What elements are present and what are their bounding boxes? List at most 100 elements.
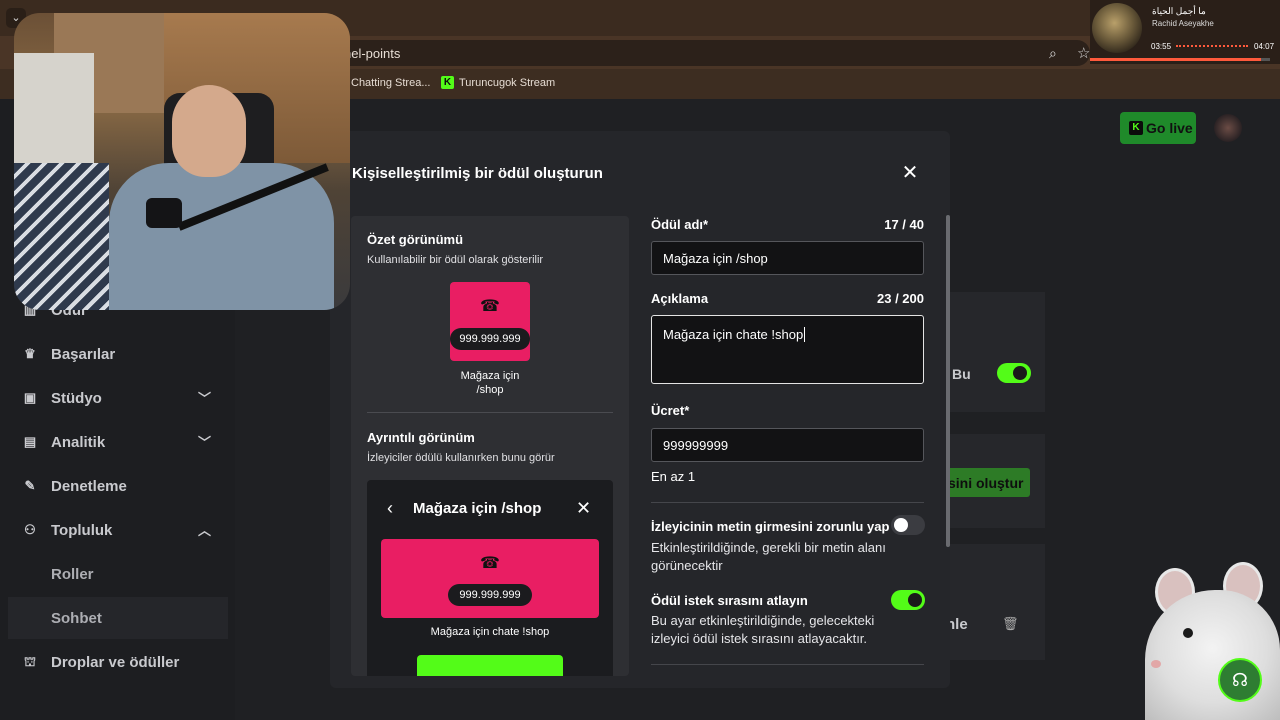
bookmark-star-icon[interactable]: ☆ — [1077, 44, 1090, 62]
close-icon: ✕ — [576, 498, 592, 518]
sidebar-item-analitik[interactable]: ▤ Analitik ﹀ — [22, 429, 222, 457]
back-icon: ‹ — [387, 498, 393, 518]
trash-icon[interactable]: 🗑 — [1002, 616, 1019, 632]
chevron-up-icon: ︿ — [198, 523, 212, 538]
drops-icon: ⛫ — [24, 654, 36, 669]
sidebar-item-topluluk[interactable]: ⚇ Topluluk ︿ — [22, 517, 222, 545]
detail-view-title: Ayrıntılı görünüm — [367, 430, 475, 445]
bookmark-turuncugok[interactable]: Turuncugok Stream — [459, 77, 555, 89]
sidebar-item-droplar[interactable]: ⛫ Droplar ve ödüller — [22, 649, 222, 677]
summary-view-title: Özet görünümü — [367, 232, 464, 247]
url-text: nel-points — [344, 46, 401, 61]
reward-name-value: Mağaza için /shop — [663, 251, 768, 266]
kick-logo-icon: K — [441, 76, 454, 89]
text-caret — [804, 327, 805, 342]
description-value: Mağaza için chate !shop — [663, 327, 804, 342]
wrench-icon: ✎ — [24, 478, 36, 493]
create-reward-modal: Kişiselleştirilmiş bir ödül oluşturun ✕ … — [330, 131, 950, 688]
help-button[interactable]: ☊ — [1218, 658, 1262, 702]
webcam-person-head — [172, 85, 246, 177]
studio-icon: ▣ — [23, 390, 37, 405]
divider — [651, 502, 924, 503]
community-icon: ⚇ — [24, 522, 36, 537]
reward-card-name-line2: /shop — [476, 384, 504, 396]
redeem-button-preview — [417, 655, 563, 676]
reward-card: ☎ 999.999.999 — [450, 282, 530, 361]
reward-form: Ödül adı* 17 / 40 Mağaza için /shop Açık… — [650, 216, 926, 686]
detail-reward-description: Mağaza için chate !shop — [430, 626, 550, 638]
webcam-microphone — [146, 198, 182, 228]
webcam-overlay — [14, 13, 350, 310]
analytics-icon: ▤ — [23, 434, 37, 449]
sidebar-subitem-roller[interactable]: Roller — [51, 566, 94, 583]
reward-card-name: Mağaza için /shop — [440, 369, 540, 397]
bookmark-chatting[interactable]: Chatting Strea... — [351, 77, 431, 89]
reward-price: 999.999.999 — [450, 328, 530, 350]
album-art — [1092, 3, 1142, 53]
divider — [651, 664, 924, 665]
detail-reward-name: Mağaza için /shop — [413, 500, 542, 517]
track-progress-fill — [1090, 58, 1261, 61]
cost-input[interactable]: 999999999 — [651, 428, 924, 462]
close-icon[interactable]: ✕ — [898, 161, 922, 185]
telephone-icon: ☎ — [480, 298, 500, 315]
text-required-description: Etkinleştirildiğinde, gerekli bir metin … — [651, 540, 886, 573]
elapsed-time: 03:55 — [1151, 42, 1172, 51]
track-duration: 04:07 — [1254, 42, 1275, 51]
detail-reward-banner: ☎ 999.999.999 — [381, 539, 599, 618]
reward-price: 999.999.999 — [448, 584, 532, 606]
go-live-button[interactable]: K Go live — [1120, 112, 1196, 144]
text-required-toggle[interactable] — [891, 515, 925, 535]
background-panel — [940, 292, 1045, 412]
trophy-icon: ♛ — [24, 346, 36, 361]
toggle-knob — [1013, 366, 1027, 380]
background-toggle-label: Bu — [952, 366, 971, 382]
telephone-icon: ☎ — [480, 555, 500, 572]
background-toggle[interactable] — [997, 363, 1031, 383]
track-progress[interactable] — [1090, 58, 1270, 61]
chevron-down-icon: ﹀ — [198, 391, 212, 406]
sidebar-item-label: Topluluk — [51, 522, 113, 539]
create-reward-label: sini oluştur — [948, 475, 1024, 491]
create-reward-button[interactable]: sini oluştur — [940, 468, 1030, 497]
description-counter: 23 / 200 — [877, 291, 924, 306]
webcam-curtain — [14, 163, 109, 310]
summary-view-subtitle: Kullanılabilir bir ödül olarak gösterili… — [367, 254, 544, 266]
skip-queue-toggle[interactable] — [891, 590, 925, 610]
reward-name-label: Ödül adı* — [651, 217, 709, 232]
zoom-icon[interactable]: ⌕ — [1049, 45, 1057, 62]
sidebar-subitem-sohbet[interactable]: Sohbet — [51, 610, 102, 627]
cost-label: Ücret* — [651, 403, 690, 418]
sidebar-item-studyo[interactable]: ▣ Stüdyo ﹀ — [22, 385, 222, 413]
background-panel — [940, 544, 1045, 660]
sidebar-item-label: Başarılar — [51, 346, 116, 363]
sidebar-item-label: Analitik — [51, 434, 106, 451]
mouse-body — [1145, 590, 1280, 720]
avatar[interactable] — [1214, 114, 1242, 142]
description-textarea[interactable]: Mağaza için chate !shop — [651, 315, 924, 384]
mouse-eye — [1183, 628, 1193, 638]
sidebar-subitem-active-bg — [8, 597, 228, 639]
headset-icon: ☊ — [1232, 670, 1248, 690]
track-title: ما أجمل الحياة — [1152, 6, 1206, 16]
divider — [367, 412, 613, 413]
detail-view-subtitle: İzleyiciler ödülü kullanırken bunu görür — [367, 452, 555, 464]
toggle-knob — [908, 593, 922, 607]
chevron-down-icon: ﹀ — [198, 435, 212, 450]
cost-hint: En az 1 — [651, 469, 696, 484]
cost-value: 999999999 — [663, 438, 729, 453]
reward-name-counter: 17 / 40 — [884, 217, 924, 232]
reward-name-input[interactable]: Mağaza için /shop — [651, 241, 924, 275]
toggle-knob — [894, 518, 908, 532]
go-live-label: Go live — [1146, 120, 1193, 136]
track-artist: Rachid Aseyakhe — [1152, 19, 1214, 28]
address-bar[interactable]: nel-points — [330, 40, 1090, 66]
sidebar-item-label: Denetleme — [51, 478, 127, 495]
webcam-person-body — [109, 163, 334, 310]
description-label: Açıklama — [651, 291, 709, 306]
modal-scrollbar[interactable] — [946, 215, 950, 547]
media-player-widget[interactable]: ما أجمل الحياة Rachid Aseyakhe 03:55 04:… — [1090, 0, 1280, 64]
sidebar-item-basarilar[interactable]: ♛ Başarılar — [22, 341, 222, 369]
reward-preview: Özet görünümü Kullanılabilir bir ödül ol… — [351, 216, 629, 676]
sidebar-item-denetleme[interactable]: ✎ Denetleme — [22, 473, 222, 501]
